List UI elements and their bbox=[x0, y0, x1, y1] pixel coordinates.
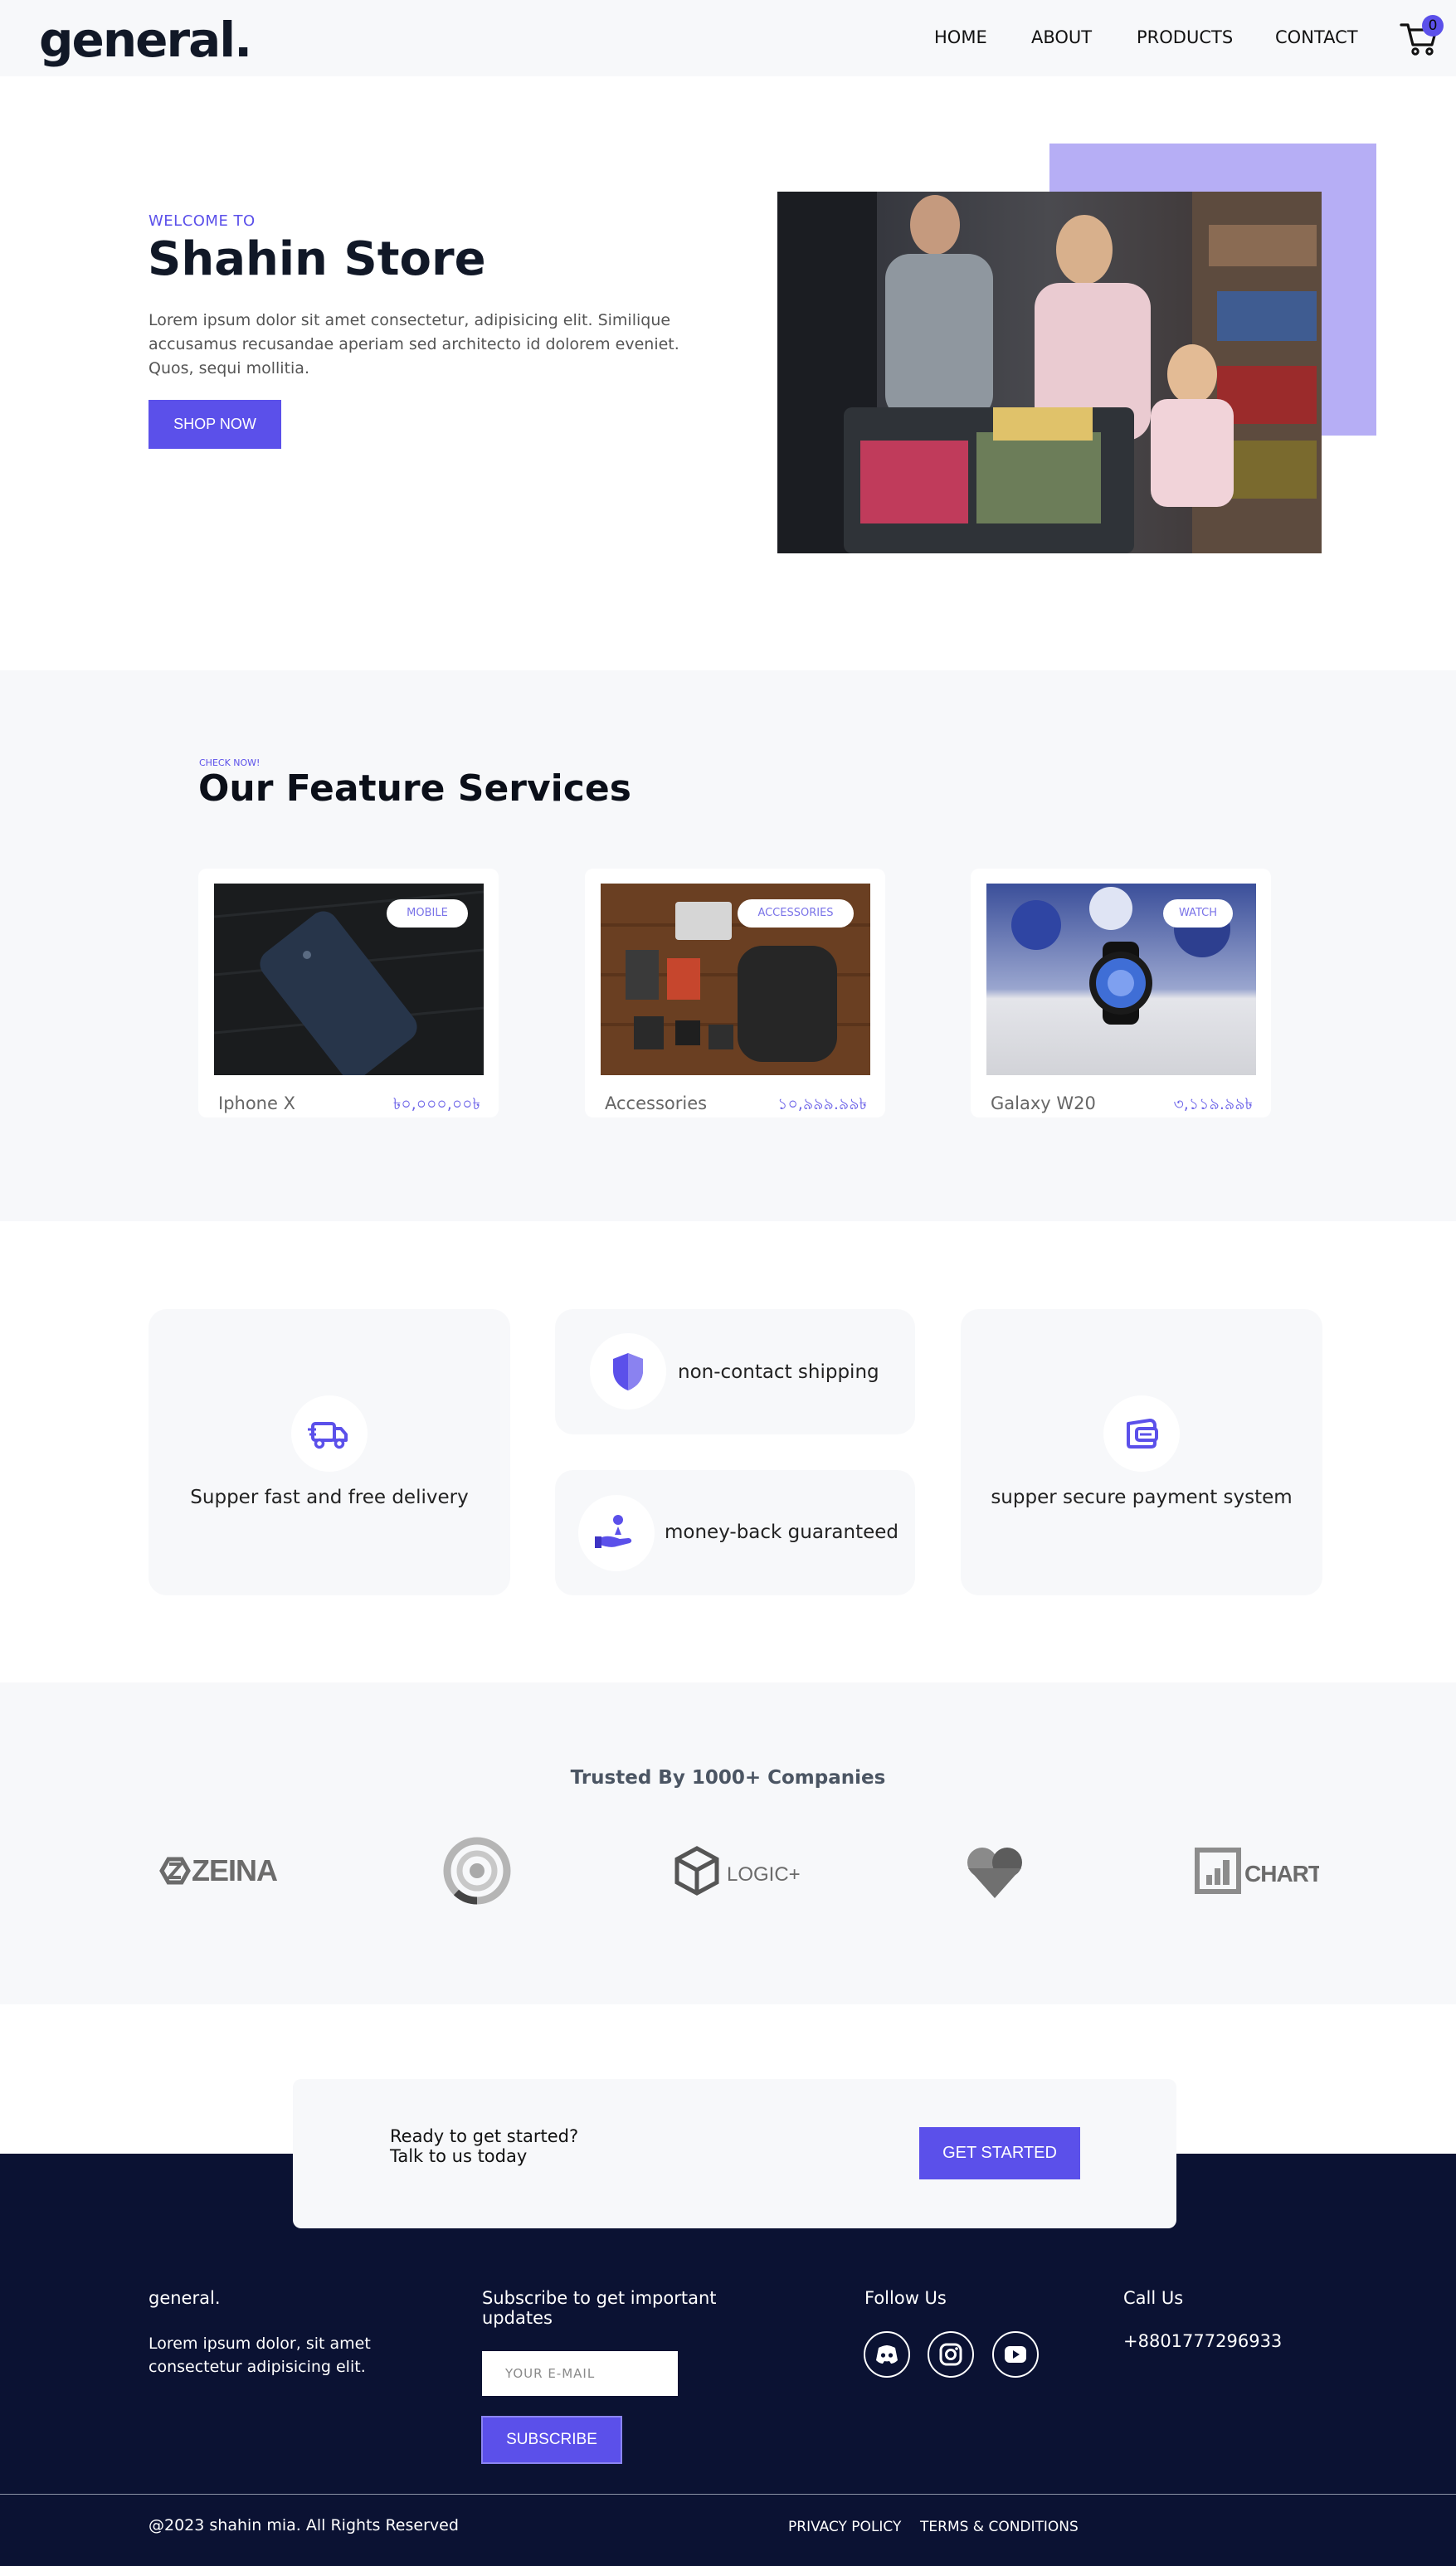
card-name: Iphone X bbox=[218, 1093, 295, 1113]
feature-label: non-contact shipping bbox=[678, 1361, 879, 1383]
trusted-title: Trusted By 1000+ Companies bbox=[570, 1767, 886, 1789]
cta-line-1: Ready to get started? bbox=[390, 2126, 579, 2146]
email-input[interactable] bbox=[482, 2351, 678, 2396]
services-title: Our Feature Services bbox=[198, 767, 631, 810]
card-price: ১০,৯৯৯.৯৯৳ bbox=[777, 1095, 867, 1113]
hero-family-shopping-image bbox=[777, 192, 1322, 553]
money-hand-icon bbox=[578, 1495, 655, 1571]
feature-non-contact: non-contact shipping bbox=[555, 1309, 915, 1434]
card-price: ৩,১১৯.৯৯৳ bbox=[1173, 1095, 1253, 1113]
footer-brand-description: Lorem ipsum dolor, sit amet consectetur … bbox=[149, 2332, 371, 2379]
subscribe-title-line: updates bbox=[482, 2308, 553, 2328]
card-badge: MOBILE bbox=[387, 899, 468, 928]
feature-delivery: Supper fast and free delivery bbox=[149, 1309, 510, 1595]
brand-name: LOGIC+ bbox=[727, 1863, 801, 1886]
youtube-icon bbox=[1005, 2346, 1026, 2363]
brand-logo-circles bbox=[440, 1833, 514, 1908]
hero-description: Lorem ipsum dolor sit amet consectetur, … bbox=[149, 311, 679, 377]
card-badge: ACCESSORIES bbox=[738, 899, 854, 928]
youtube-link[interactable] bbox=[992, 2331, 1039, 2378]
subscribe-title: Subscribe to get important updates bbox=[482, 2288, 717, 2328]
wallet-icon bbox=[1103, 1395, 1180, 1472]
brand-logo-zeina: ZEINA bbox=[153, 1833, 286, 1908]
terms-conditions-link[interactable]: TERMS & CONDITIONS bbox=[920, 2519, 1079, 2535]
hero-title: Shahin Store bbox=[148, 232, 486, 286]
follow-us-title: Follow Us bbox=[864, 2288, 947, 2308]
subscribe-button[interactable]: SUBSCRIBE bbox=[481, 2416, 622, 2464]
product-card[interactable]: WATCH Galaxy W20 ৩,১১৯.৯৯৳ bbox=[971, 869, 1271, 1117]
card-name: Accessories bbox=[605, 1093, 708, 1113]
brand-logo-hearts bbox=[962, 1833, 1029, 1908]
shield-icon bbox=[590, 1333, 666, 1410]
shop-now-button[interactable]: SHOP NOW bbox=[149, 400, 281, 449]
feature-label: money-back guaranteed bbox=[665, 1522, 898, 1543]
get-started-button[interactable]: GET STARTED bbox=[919, 2127, 1080, 2179]
brand-logo-chartz: CHARTZ bbox=[1195, 1833, 1319, 1908]
card-badge: WATCH bbox=[1163, 899, 1233, 928]
nav-contact[interactable]: CONTACT bbox=[1275, 27, 1358, 47]
truck-icon bbox=[291, 1395, 368, 1472]
subscribe-title-line: Subscribe to get important bbox=[482, 2288, 717, 2308]
cta-line-2: Talk to us today bbox=[390, 2146, 528, 2166]
footer-desc-line: Lorem ipsum dolor, sit amet bbox=[149, 2335, 371, 2353]
site-logo[interactable]: general. bbox=[39, 12, 252, 68]
card-price: ৳০,০০০,০০৳ bbox=[392, 1095, 480, 1113]
product-card[interactable]: MOBILE Iphone X ৳০,০০০,০০৳ bbox=[198, 869, 499, 1117]
hero-eyebrow: WELCOME TO bbox=[149, 212, 256, 230]
phone-number[interactable]: +8801777296933 bbox=[1123, 2331, 1282, 2351]
feature-label: Supper fast and free delivery bbox=[190, 1487, 469, 1508]
copyright: @2023 shahin mia. All Rights Reserved bbox=[149, 2516, 459, 2534]
nav-home[interactable]: HOME bbox=[934, 27, 987, 47]
cart-count-badge: 0 bbox=[1422, 15, 1444, 37]
site-header: general. HOME ABOUT PRODUCTS CONTACT 0 bbox=[0, 0, 1456, 76]
brand-name: ZEINA bbox=[192, 1853, 278, 1887]
discord-icon bbox=[876, 2345, 898, 2364]
privacy-policy-link[interactable]: PRIVACY POLICY bbox=[788, 2519, 901, 2535]
footer-divider bbox=[0, 2494, 1456, 2495]
cta-banner: Ready to get started? Talk to us today G… bbox=[293, 2079, 1176, 2228]
brand-logo-logic: LOGIC+ bbox=[672, 1833, 805, 1908]
product-card[interactable]: ACCESSORIES Accessories ১০,৯৯৯.৯৯৳ bbox=[585, 869, 885, 1117]
feature-secure-payment: supper secure payment system bbox=[961, 1309, 1322, 1595]
footer-brand: general. bbox=[149, 2288, 221, 2308]
nav-products[interactable]: PRODUCTS bbox=[1137, 27, 1233, 47]
nav-about[interactable]: ABOUT bbox=[1031, 27, 1092, 47]
instagram-link[interactable] bbox=[928, 2331, 974, 2378]
card-name: Galaxy W20 bbox=[991, 1093, 1096, 1113]
feature-label: supper secure payment system bbox=[991, 1487, 1293, 1508]
brand-name: CHARTZ bbox=[1244, 1861, 1319, 1887]
instagram-icon bbox=[939, 2343, 962, 2366]
feature-money-back: money-back guaranteed bbox=[555, 1470, 915, 1595]
call-us-title: Call Us bbox=[1123, 2288, 1184, 2308]
discord-link[interactable] bbox=[864, 2331, 910, 2378]
cta-text: Ready to get started? Talk to us today bbox=[390, 2126, 578, 2166]
footer-desc-line: consectetur adipisicing elit. bbox=[149, 2358, 366, 2376]
